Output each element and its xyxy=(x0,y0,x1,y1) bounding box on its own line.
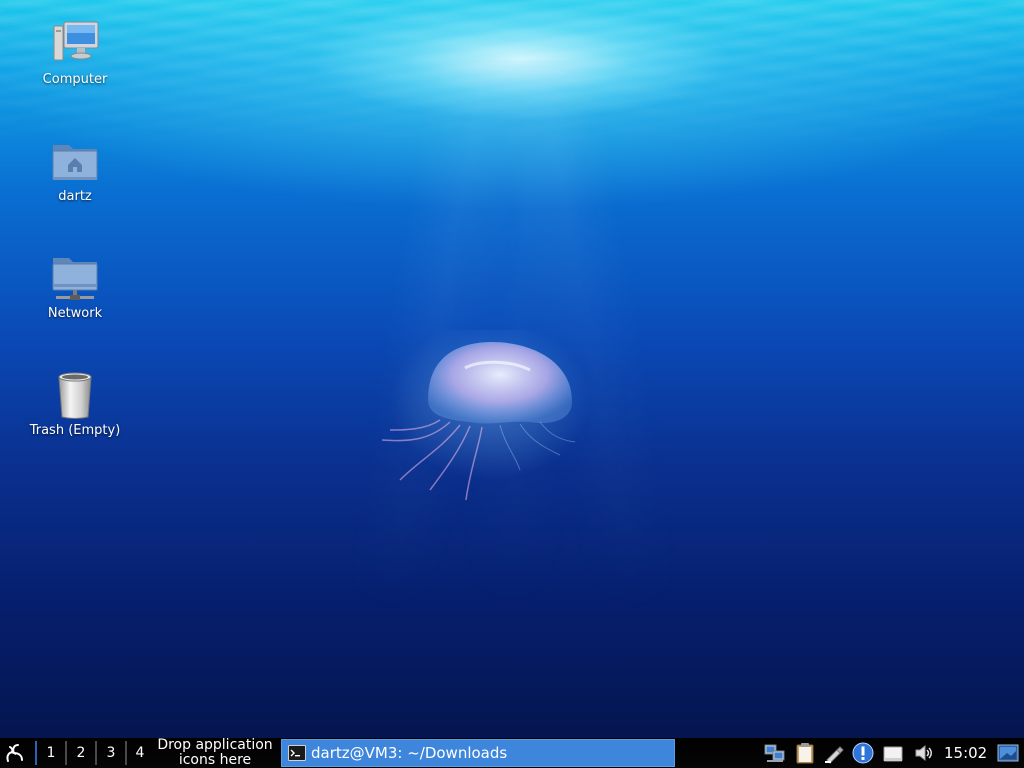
network-folder-icon xyxy=(52,258,98,300)
desktop-icon-label: Network xyxy=(47,306,103,321)
workspace-2-button[interactable]: 2 xyxy=(67,740,95,766)
taskbar: 1 2 3 4 Drop application icons here dart… xyxy=(0,738,1024,768)
home-folder-icon xyxy=(52,145,98,180)
removable-drive-icon[interactable] xyxy=(882,742,904,764)
volume-icon[interactable] xyxy=(913,742,935,764)
jellyfish-image xyxy=(381,330,590,501)
taskbar-window-button[interactable]: dartz@VM3: ~/Downloads xyxy=(281,739,675,767)
desktop-wallpaper xyxy=(0,0,1024,738)
show-desktop-icon[interactable] xyxy=(997,742,1019,764)
trash-icon xyxy=(58,372,92,419)
terminal-icon xyxy=(288,745,306,761)
clipboard-icon[interactable] xyxy=(794,742,816,764)
edit-tool-icon[interactable] xyxy=(823,742,845,764)
desktop-icon-home[interactable]: dartz xyxy=(20,137,130,204)
desktop-icon-network[interactable]: Network xyxy=(20,254,130,321)
window-title: dartz@VM3: ~/Downloads xyxy=(311,744,508,762)
network-icon[interactable] xyxy=(764,742,786,764)
desktop-icon-label: Trash (Empty) xyxy=(29,423,121,438)
start-menu-icon[interactable] xyxy=(2,741,28,765)
desktop-icon-label: dartz xyxy=(58,189,92,204)
desktop-icon-trash[interactable]: Trash (Empty) xyxy=(20,371,130,438)
computer-icon xyxy=(53,21,99,61)
desktop-icon-computer[interactable]: Computer xyxy=(20,20,130,87)
launcher-drop-area[interactable]: Drop application icons here xyxy=(150,738,280,768)
workspace-1-button[interactable]: 1 xyxy=(37,740,65,766)
desktop-icon-label: Computer xyxy=(42,72,108,87)
clock[interactable]: 15:02 xyxy=(944,738,987,768)
workspace-3-button[interactable]: 3 xyxy=(97,740,125,766)
update-notifier-icon[interactable] xyxy=(852,742,874,764)
